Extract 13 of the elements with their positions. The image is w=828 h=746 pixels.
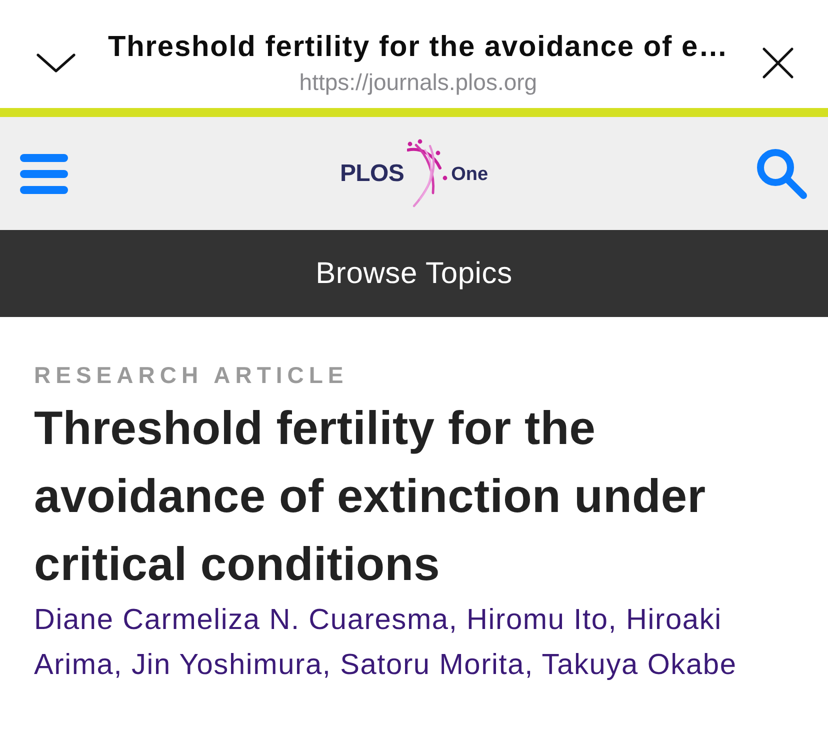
article-type: RESEARCH ARTICLE — [34, 361, 350, 390]
author-list[interactable]: Diane Carmeliza N. Cuaresma, Hiromu Ito, Hiroaki Arima, Jin Yoshimura, Satoru Morita, Takuya Okabe — [34, 598, 794, 688]
logo-wordmark[interactable]: PLOS — [340, 160, 404, 186]
chevron-down-icon[interactable] — [36, 52, 76, 74]
menu-icon[interactable] — [20, 154, 68, 194]
page-url: https://journals.plos.org — [299, 68, 538, 96]
search-icon[interactable] — [756, 148, 808, 200]
browse-topics-bar[interactable]: Browse Topics — [0, 230, 828, 317]
page-title: Threshold fertility for the avoidance of e… — [108, 30, 728, 64]
close-icon[interactable] — [762, 47, 794, 79]
article-title: Threshold fertility for the avoidance of extinction under critical conditions — [34, 400, 707, 592]
swirl-logo-icon — [407, 138, 450, 208]
logo-product-name[interactable]: One — [451, 164, 488, 186]
